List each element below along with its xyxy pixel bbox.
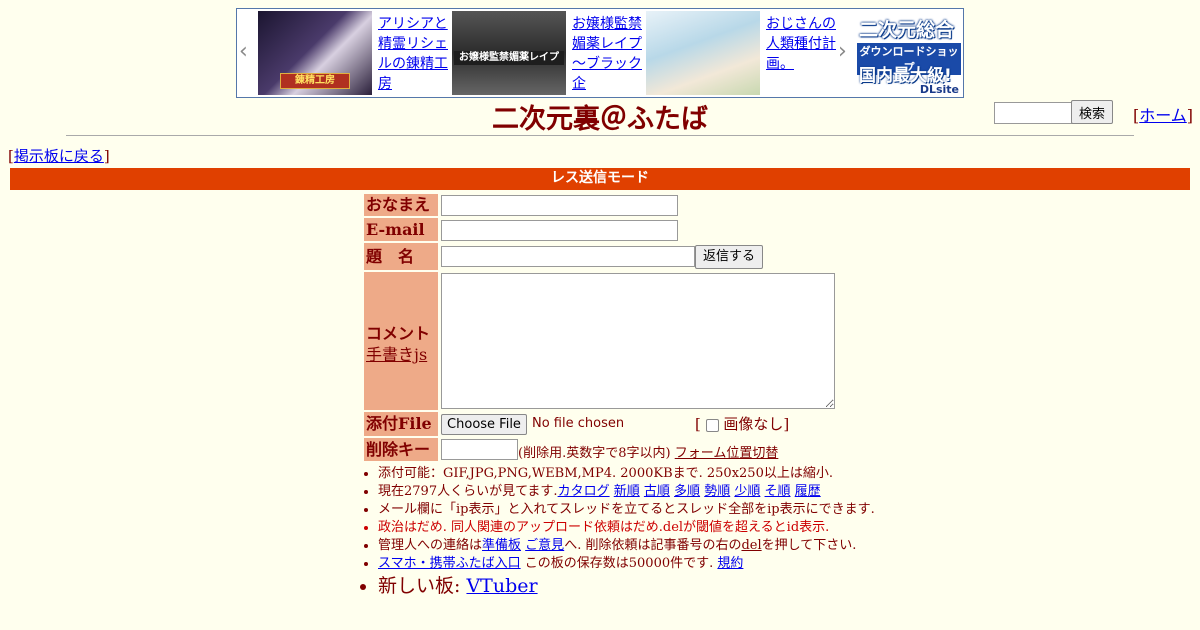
email-label: E-mail (364, 218, 438, 241)
handwriting-js-link[interactable]: 手書きjs (366, 341, 427, 365)
delete-key-field[interactable] (441, 439, 518, 460)
list-item: 現在2797人くらいが見てます.カタログ 新順 古順 多順 勢順 少順 そ順 履… (378, 483, 878, 501)
no-image-option: [ 画像なし] (695, 415, 790, 433)
no-file-text: No file chosen (532, 416, 625, 431)
ad-link-text[interactable]: おじさんの人類種付計画。 (766, 14, 840, 74)
contact-note-prefix: 管理人への連絡は (378, 538, 483, 553)
name-label: おなまえ (364, 194, 438, 216)
list-item: 添付可能：GIF,JPG,PNG,WEBM,MP4. 2000KBまで. 250… (378, 465, 878, 483)
comment-label-cell: コメント 手書きjs (364, 272, 438, 410)
sort-momentum-link[interactable]: 勢順 (704, 484, 730, 499)
home-link-wrapper: [ホーム] (1133, 106, 1194, 125)
list-item: 政治はだめ. 同人関連のアップロード依頼はだめ.delが閾値を超えるとid表示. (378, 519, 878, 537)
dlsite-ad-logo[interactable]: 二次元総合 ダウンロードショップ 国内最大級! DLsite (857, 9, 961, 97)
email-field[interactable] (441, 220, 678, 241)
no-image-label: 画像なし (723, 415, 784, 433)
list-item: 新しい板: VTuber (378, 573, 878, 599)
delete-key-hint: (削除用.英数字で8字以内) (518, 446, 671, 461)
prep-board-link[interactable]: 準備板 (482, 538, 521, 553)
delete-key-label: 削除キー (364, 438, 438, 461)
sort-old-link[interactable]: 古順 (644, 484, 670, 499)
terms-link[interactable]: 規約 (717, 556, 743, 571)
comment-textarea[interactable] (441, 273, 835, 409)
info-notes-list: 添付可能：GIF,JPG,PNG,WEBM,MP4. 2000KBまで. 250… (364, 465, 878, 599)
vtuber-board-link[interactable]: VTuber (466, 575, 537, 597)
storage-note: この板の保存数は50000件です. (520, 556, 718, 571)
ad-banner[interactable]: ‹ 錬精工房 アリシアと精霊リシェルの錬精工房 お嬢様監禁媚薬レイプ お嬢様監禁… (236, 8, 964, 98)
file-label: 添付File (364, 412, 438, 436)
title-divider (66, 135, 1134, 136)
ad-logo-line: DLsite (919, 83, 959, 96)
new-board-label: 新しい板: (378, 575, 467, 597)
sort-few-link[interactable]: 少順 (734, 484, 760, 499)
ad-next-icon[interactable]: › (838, 39, 847, 64)
list-item: メール欄に「ip表示」と入れてスレッドを立てるとスレッド全部をip表示にできます… (378, 501, 878, 519)
viewer-count-text: 現在2797人くらいが見てます. (378, 484, 558, 499)
list-item: 管理人への連絡は準備板 ご意見へ. 削除依頼は記事番号の右のdelを押して下さい… (378, 537, 878, 555)
home-link[interactable]: ホーム (1139, 106, 1187, 125)
ad-thumbnail[interactable]: お嬢様監禁媚薬レイプ (452, 11, 566, 95)
search-input[interactable] (994, 102, 1076, 124)
sort-so-link[interactable]: そ順 (765, 484, 791, 499)
sort-many-link[interactable]: 多順 (674, 484, 700, 499)
contact-note-suffix: を押して下さい. (761, 538, 857, 553)
upload-info-text: 添付可能：GIF,JPG,PNG,WEBM,MP4. 2000KBまで. 250… (378, 466, 833, 481)
back-to-board-link[interactable]: 掲示板に戻る (14, 147, 104, 165)
submit-reply-button[interactable]: 返信する (695, 245, 763, 269)
rules-note: 政治はだめ. 同人関連のアップロード依頼はだめ.delが閾値を超えるとid表示. (378, 520, 830, 535)
ad-thumb-caption: お嬢様監禁媚薬レイプ (454, 51, 564, 65)
del-link[interactable]: del (741, 538, 761, 553)
catalog-link[interactable]: カタログ (558, 484, 610, 499)
ad-link-text[interactable]: お嬢様監禁媚薬レイプ～ブラック企 (572, 14, 646, 94)
ad-thumb-caption: 錬精工房 (280, 73, 350, 89)
form-position-toggle-link[interactable]: フォーム位置切替 (675, 446, 779, 461)
sort-new-link[interactable]: 新順 (614, 484, 640, 499)
back-link-wrapper: [掲示板に戻る] (8, 147, 110, 165)
search-button[interactable]: 検索 (1071, 100, 1113, 124)
subject-field[interactable] (441, 246, 695, 267)
choose-file-button[interactable]: Choose File (441, 414, 527, 435)
opinion-link[interactable]: ご意見 (525, 538, 564, 553)
subject-label: 題 名 (364, 243, 438, 270)
history-link[interactable]: 履歴 (795, 484, 821, 499)
ad-thumbnail[interactable]: 錬精工房 (258, 11, 372, 95)
ad-prev-icon[interactable]: ‹ (239, 39, 248, 64)
ad-link-text[interactable]: アリシアと精霊リシェルの錬精工房 (378, 14, 452, 94)
ip-display-note: メール欄に「ip表示」と入れてスレッドを立てるとスレッド全部をip表示にできます… (378, 502, 875, 517)
ad-logo-line: 二次元総合 (859, 15, 955, 42)
no-image-checkbox[interactable] (705, 418, 719, 432)
contact-note-mid: へ. 削除依頼は記事番号の右の (564, 538, 742, 553)
list-item: スマホ・携帯ふたば入口 この板の保存数は50000件です. 規約 (378, 555, 878, 573)
name-field[interactable] (441, 195, 678, 216)
delete-key-hint-wrapper: (削除用.英数字で8字以内) フォーム位置切替 (518, 442, 778, 461)
mode-header: レス送信モード (10, 168, 1190, 190)
mobile-entrance-link[interactable]: スマホ・携帯ふたば入口 (378, 556, 521, 571)
ad-thumbnail[interactable] (646, 11, 760, 95)
